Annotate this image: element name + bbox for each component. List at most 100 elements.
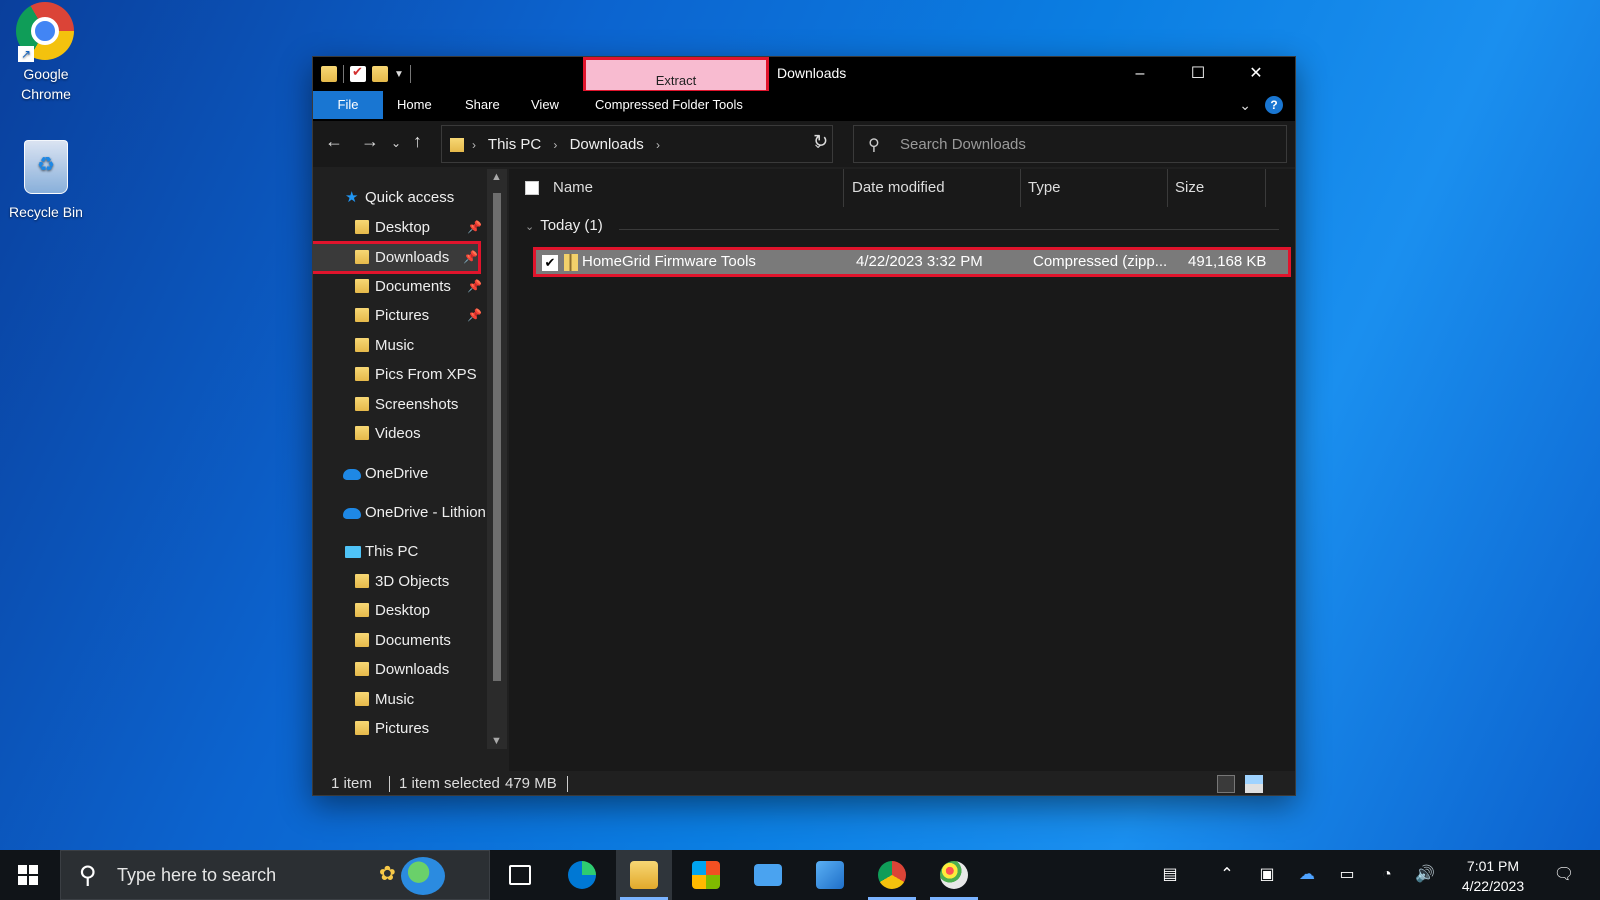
expand-ribbon-icon[interactable]: ⌄ [1239,97,1251,114]
chevron-up-icon[interactable]: ⌃ [1212,850,1242,900]
maximize-button[interactable]: ☐ [1169,57,1227,91]
pin-icon[interactable]: 📌 [463,244,478,271]
desktop-icon-recycle-bin[interactable]: Recycle Bin [0,136,92,222]
sidebar-item-pc-music[interactable]: Music [313,685,485,714]
meet-now-icon[interactable]: ▣ [1252,850,1282,900]
photos-icon[interactable] [802,850,858,900]
sidebar-item-onedrive-lithion[interactable]: OneDrive - Lithion [313,498,485,527]
pin-icon[interactable]: 📌 [467,301,482,330]
column-header-type[interactable]: Type [1028,169,1061,207]
extract-tab[interactable]: Extract [583,57,769,93]
sidebar-item-pc-documents[interactable]: Documents [313,626,485,655]
clock[interactable]: 7:01 PM 4/22/2023 [1452,856,1534,896]
file-name: HomeGrid Firmware Tools [582,253,756,270]
sidebar-item-pictures[interactable]: Pictures 📌 [313,301,485,330]
divider[interactable] [1020,169,1021,207]
folder-icon [355,574,369,588]
sidebar-item-this-pc[interactable]: This PC [313,537,485,566]
notifications-icon[interactable]: 🗨 [1546,850,1582,900]
tab-view[interactable]: View [519,91,571,119]
onedrive-cloud-icon [343,469,361,480]
back-icon[interactable]: ← [325,131,343,152]
sidebar-item-3d-objects[interactable]: 3D Objects [313,567,485,596]
select-all-checkbox[interactable] [525,181,539,195]
forward-icon[interactable]: → [361,131,379,152]
folder-icon [355,220,369,234]
sidebar-item-music[interactable]: Music [313,331,485,360]
scroll-down-icon[interactable]: ▼ [491,735,502,747]
edge-icon[interactable] [554,850,610,900]
title-bar[interactable]: ▼ Extract Downloads – ☐ ✕ [313,57,1295,93]
folder-icon[interactable] [321,66,337,82]
scroll-up-icon[interactable]: ▲ [491,171,502,183]
pin-icon[interactable]: 📌 [467,213,482,242]
divider[interactable] [1265,169,1266,207]
tab-home[interactable]: Home [385,91,444,119]
sidebar-item-desktop[interactable]: Desktop 📌 [313,213,485,242]
table-row[interactable]: ✔ HomeGrid Firmware Tools 4/22/2023 3:32… [533,247,1291,277]
pin-icon[interactable]: 📌 [467,272,482,301]
tab-compressed-folder-tools[interactable]: Compressed Folder Tools [583,91,755,119]
column-header-name[interactable]: Name [553,169,593,207]
divider[interactable] [1167,169,1168,207]
column-header-size[interactable]: Size [1175,169,1204,207]
large-icons-view-icon[interactable] [1245,775,1263,793]
sidebar-item-documents[interactable]: Documents 📌 [313,272,485,301]
sidebar-item-videos[interactable]: Videos [313,419,485,448]
sidebar-item-label: Downloads [375,661,450,678]
zip-folder-icon [564,254,578,271]
wifi-icon[interactable]: ◔ [1372,850,1402,900]
sidebar-scrollbar[interactable]: ▲ ▼ [487,169,507,749]
customize-dropdown-icon[interactable]: ▼ [394,69,404,80]
folder-icon [355,279,369,293]
column-header-date-modified[interactable]: Date modified [852,169,945,207]
windows-start-icon[interactable] [18,865,38,885]
divider [409,65,411,83]
sidebar-item-screenshots[interactable]: Screenshots [313,390,485,419]
group-header-today[interactable]: ⌄ Today (1) [525,217,603,234]
onedrive-tray-icon[interactable]: ☁ [1292,850,1322,900]
task-view-icon[interactable] [492,850,548,900]
minimize-button[interactable]: – [1111,57,1169,91]
desktop-icon-chrome[interactable]: ↗ Google Chrome [0,2,92,104]
sidebar-item-pc-desktop[interactable]: Desktop [313,596,485,625]
scrollbar-thumb[interactable] [493,193,501,681]
refresh-icon[interactable]: ↻ [813,131,828,152]
search-input[interactable]: ⚲ Search Downloads [853,125,1287,163]
sidebar-item-quick-access[interactable]: ★ Quick access [313,183,485,212]
search-placeholder: Search Downloads [900,136,1026,153]
divider[interactable] [843,169,844,207]
address-bar[interactable]: › This PC › Downloads › ⌄ [441,125,833,163]
breadcrumb-downloads[interactable]: Downloads [570,136,644,153]
microsoft-store-icon[interactable] [678,850,734,900]
paint-icon[interactable] [926,850,982,900]
taskbar-search-input[interactable]: ⚲ Type here to search ✿ [60,850,490,900]
sidebar-item-pics-from-xps[interactable]: Pics From XPS [313,360,485,389]
row-checkbox[interactable]: ✔ [542,255,558,271]
details-view-icon[interactable] [1217,775,1235,793]
properties-icon[interactable] [350,64,366,82]
tab-file[interactable]: File [313,91,383,119]
tab-share[interactable]: Share [453,91,512,119]
mail-icon[interactable] [740,850,796,900]
sidebar-item-onedrive[interactable]: OneDrive [313,459,485,488]
recent-locations-icon[interactable]: ⌄ [391,136,401,150]
sidebar-item-downloads[interactable]: Downloads 📌 [313,241,481,274]
sidebar-item-label: This PC [365,543,419,560]
taskbar: ⚲ Type here to search ✿ ▤ ⌃ ▣ ☁ ▭ ◔ 🔊 7:… [0,850,1600,900]
new-folder-icon[interactable] [372,66,388,82]
sidebar-item-pc-downloads[interactable]: Downloads [313,655,485,684]
folder-icon [450,138,464,152]
battery-icon[interactable]: ▭ [1332,850,1362,900]
file-explorer-icon[interactable] [616,850,672,900]
news-icon[interactable]: ▤ [1150,850,1190,900]
sidebar-item-pc-pictures[interactable]: Pictures [313,714,485,743]
sidebar-item-label: Pictures [375,307,430,324]
up-icon[interactable]: ↑ [413,131,422,152]
chrome-taskbar-icon[interactable] [864,850,920,900]
breadcrumb-this-pc[interactable]: This PC [488,136,541,153]
volume-icon[interactable]: 🔊 [1410,850,1440,900]
close-button[interactable]: ✕ [1227,57,1285,91]
globe-icon[interactable] [401,857,445,895]
help-icon[interactable]: ? [1265,96,1283,114]
